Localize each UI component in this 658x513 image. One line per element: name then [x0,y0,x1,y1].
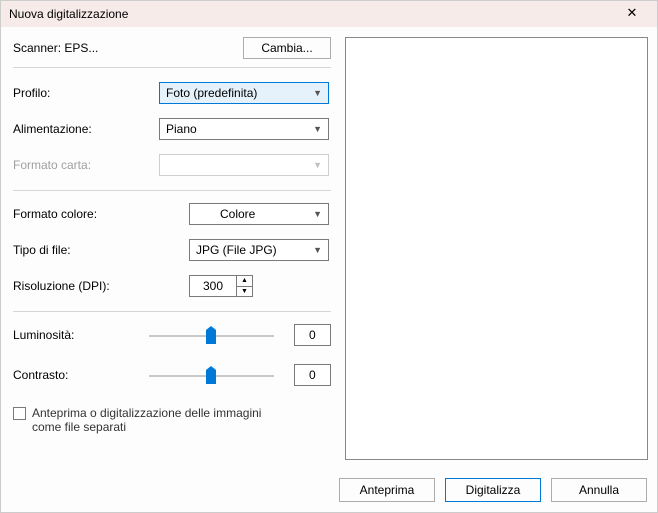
source-select[interactable]: Piano ▼ [159,118,329,140]
brightness-row: Luminosità: 0 [13,324,331,346]
profile-label: Profilo: [13,86,159,100]
resolution-label: Risoluzione (DPI): [13,279,159,293]
paper-label: Formato carta: [13,158,159,172]
source-value: Piano [166,122,197,136]
close-icon[interactable]: ✕ [615,3,649,25]
brightness-value[interactable]: 0 [294,324,331,346]
titlebar: Nuova digitalizzazione ✕ [1,1,657,27]
chevron-down-icon: ▼ [313,160,322,170]
brightness-label: Luminosità: [13,328,149,342]
source-label: Alimentazione: [13,122,159,136]
scanner-row: Scanner: EPS... Cambia... [13,37,331,59]
chevron-down-icon: ▼ [313,124,322,134]
divider [13,67,331,68]
profile-select[interactable]: Foto (predefinita) ▼ [159,82,329,104]
scan-button[interactable]: Digitalizza [445,478,541,502]
resolution-stepper[interactable]: ▲ ▼ [237,275,253,297]
divider [13,311,331,312]
cancel-button[interactable]: Annulla [551,478,647,502]
slider-thumb-icon[interactable] [206,326,216,344]
preview-area [345,37,648,460]
chevron-down-icon: ▼ [313,209,322,219]
chevron-down-icon: ▼ [313,88,322,98]
source-row: Alimentazione: Piano ▼ [13,118,331,140]
scanner-label: Scanner: EPS... [13,41,98,55]
profile-row: Profilo: Foto (predefinita) ▼ [13,82,331,104]
divider [13,190,331,191]
separate-files-row: Anteprima o digitalizzazione delle immag… [13,406,331,434]
chevron-down-icon[interactable]: ▼ [237,287,252,297]
action-buttons: Anteprima Digitalizza Annulla [339,478,647,502]
chevron-down-icon: ▼ [313,245,322,255]
contrast-slider[interactable] [149,364,274,386]
colorfmt-select[interactable]: Colore ▼ [189,203,329,225]
contrast-label: Contrasto: [13,368,149,382]
resolution-input[interactable] [189,275,237,297]
settings-panel: Scanner: EPS... Cambia... Profilo: Foto … [7,33,337,466]
separate-files-checkbox[interactable] [13,407,26,420]
preview-button[interactable]: Anteprima [339,478,435,502]
slider-thumb-icon[interactable] [206,366,216,384]
paper-select: ▼ [159,154,329,176]
colorfmt-label: Formato colore: [13,207,159,221]
colorfmt-value: Colore [220,207,255,221]
colorfmt-row: Formato colore: Colore ▼ [13,203,331,225]
filetype-label: Tipo di file: [13,243,159,257]
change-scanner-button[interactable]: Cambia... [243,37,331,59]
contrast-row: Contrasto: 0 [13,364,331,386]
chevron-up-icon[interactable]: ▲ [237,276,252,287]
contrast-value[interactable]: 0 [294,364,331,386]
paper-row: Formato carta: ▼ [13,154,331,176]
filetype-value: JPG (File JPG) [196,243,277,257]
window-title: Nuova digitalizzazione [9,7,128,21]
separate-files-label: Anteprima o digitalizzazione delle immag… [32,406,292,434]
profile-value: Foto (predefinita) [166,86,257,100]
resolution-row: Risoluzione (DPI): ▲ ▼ [13,275,331,297]
brightness-slider[interactable] [149,324,274,346]
filetype-row: Tipo di file: JPG (File JPG) ▼ [13,239,331,261]
filetype-select[interactable]: JPG (File JPG) ▼ [189,239,329,261]
